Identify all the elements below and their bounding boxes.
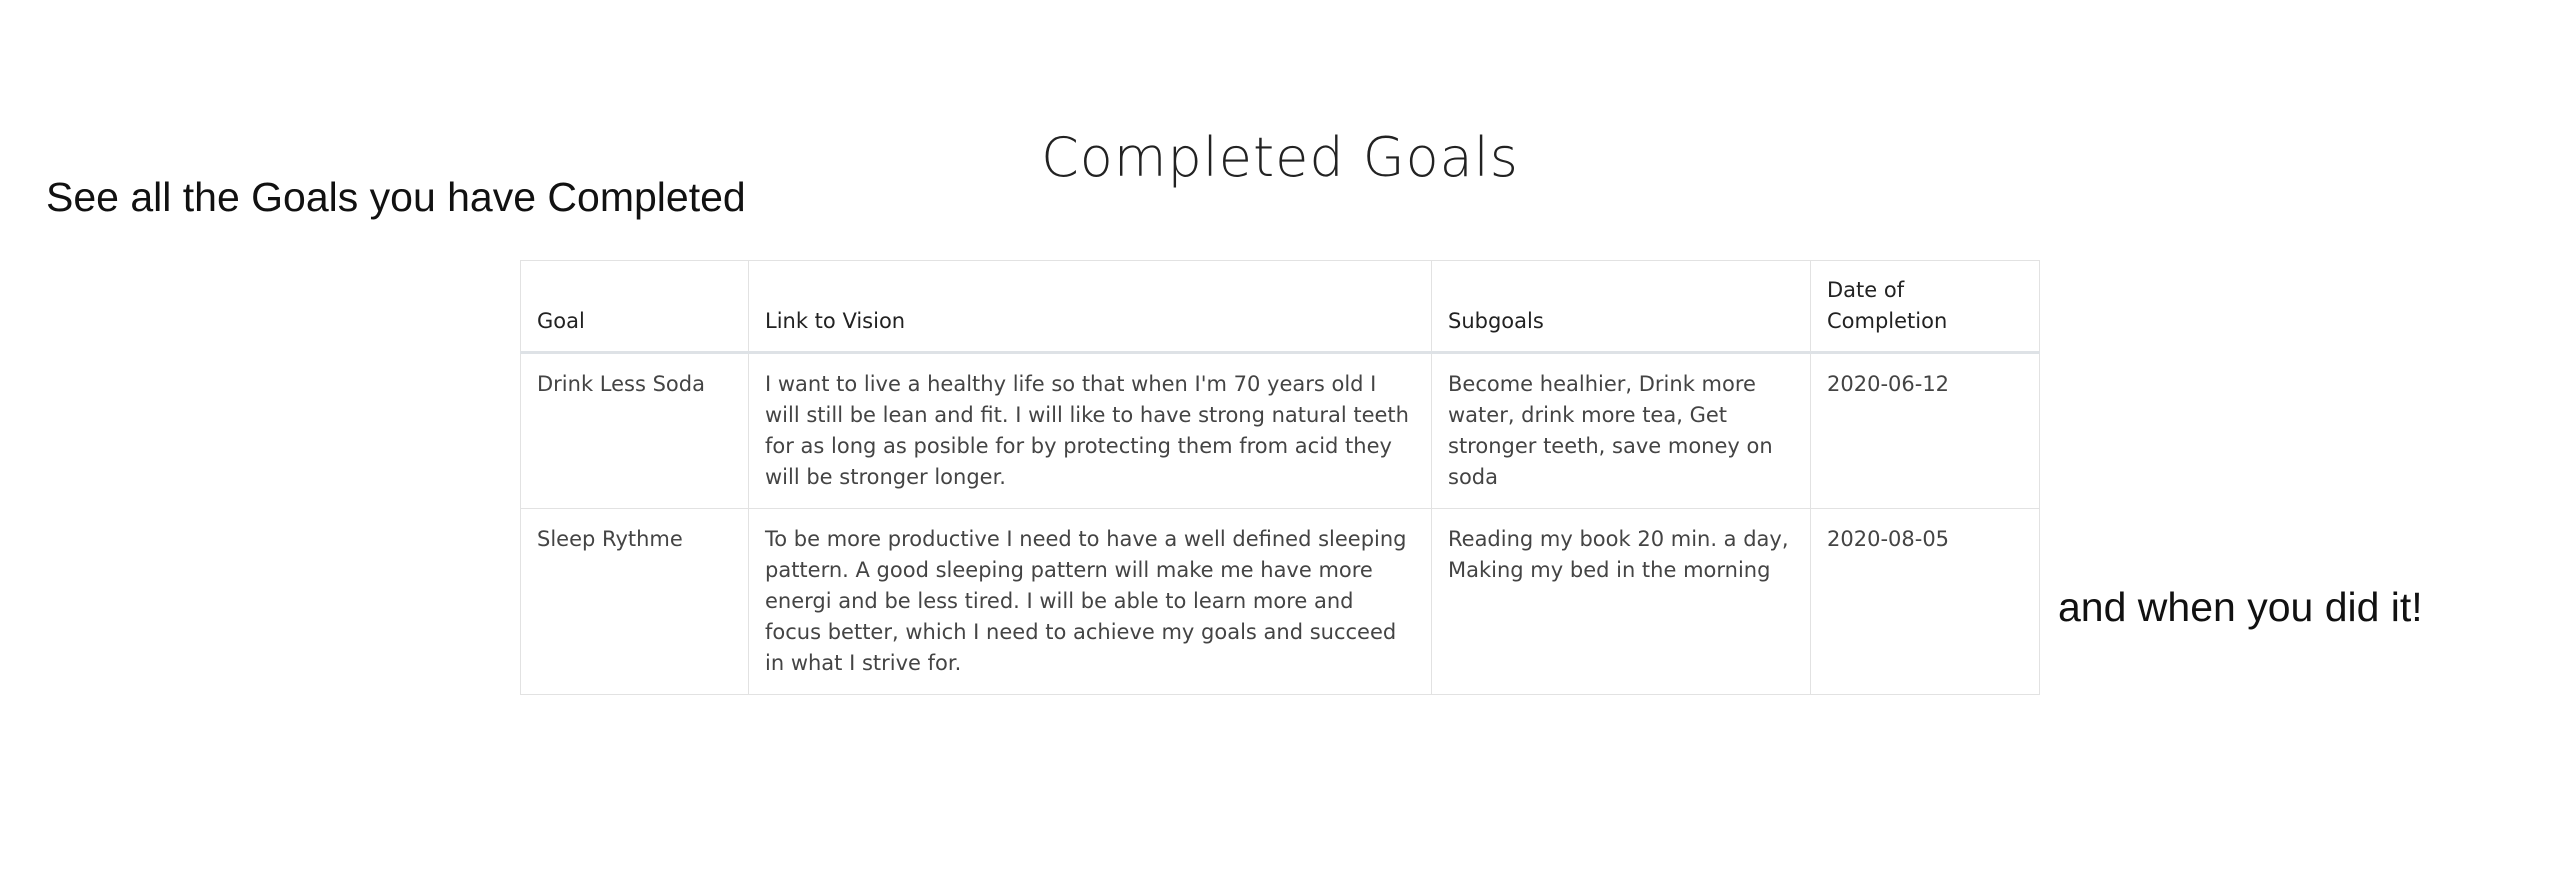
header-goal: Goal	[520, 260, 749, 354]
cell-link-to-vision: To be more productive I need to have a w…	[748, 508, 1432, 695]
cell-subgoals: Become healhier, Drink more water, drink…	[1431, 352, 1811, 509]
cell-goal: Drink Less Soda	[520, 352, 749, 509]
header-link-to-vision: Link to Vision	[748, 260, 1432, 354]
header-subgoals: Subgoals	[1431, 260, 1811, 354]
header-row: Goal Link to Vision Subgoals Date of Com…	[520, 260, 2040, 354]
right-caption: and when you did it!	[2058, 584, 2423, 630]
table-row: Drink Less Soda I want to live a healthy…	[520, 352, 2040, 509]
table-row: Sleep Rythme To be more productive I nee…	[520, 508, 2040, 695]
cell-goal: Sleep Rythme	[520, 508, 749, 695]
completed-goals-table: Goal Link to Vision Subgoals Date of Com…	[520, 260, 2040, 695]
cell-date: 2020-06-12	[1810, 352, 2040, 509]
cell-link-to-vision: I want to live a healthy life so that wh…	[748, 352, 1432, 509]
table-body: Drink Less Soda I want to live a healthy…	[520, 352, 2040, 695]
left-caption: See all the Goals you have Completed	[46, 174, 746, 220]
cell-date: 2020-08-05	[1810, 508, 2040, 695]
table-header: Goal Link to Vision Subgoals Date of Com…	[520, 260, 2040, 354]
header-date-of-completion: Date of Completion	[1810, 260, 2040, 354]
cell-subgoals: Reading my book 20 min. a day, Making my…	[1431, 508, 1811, 695]
